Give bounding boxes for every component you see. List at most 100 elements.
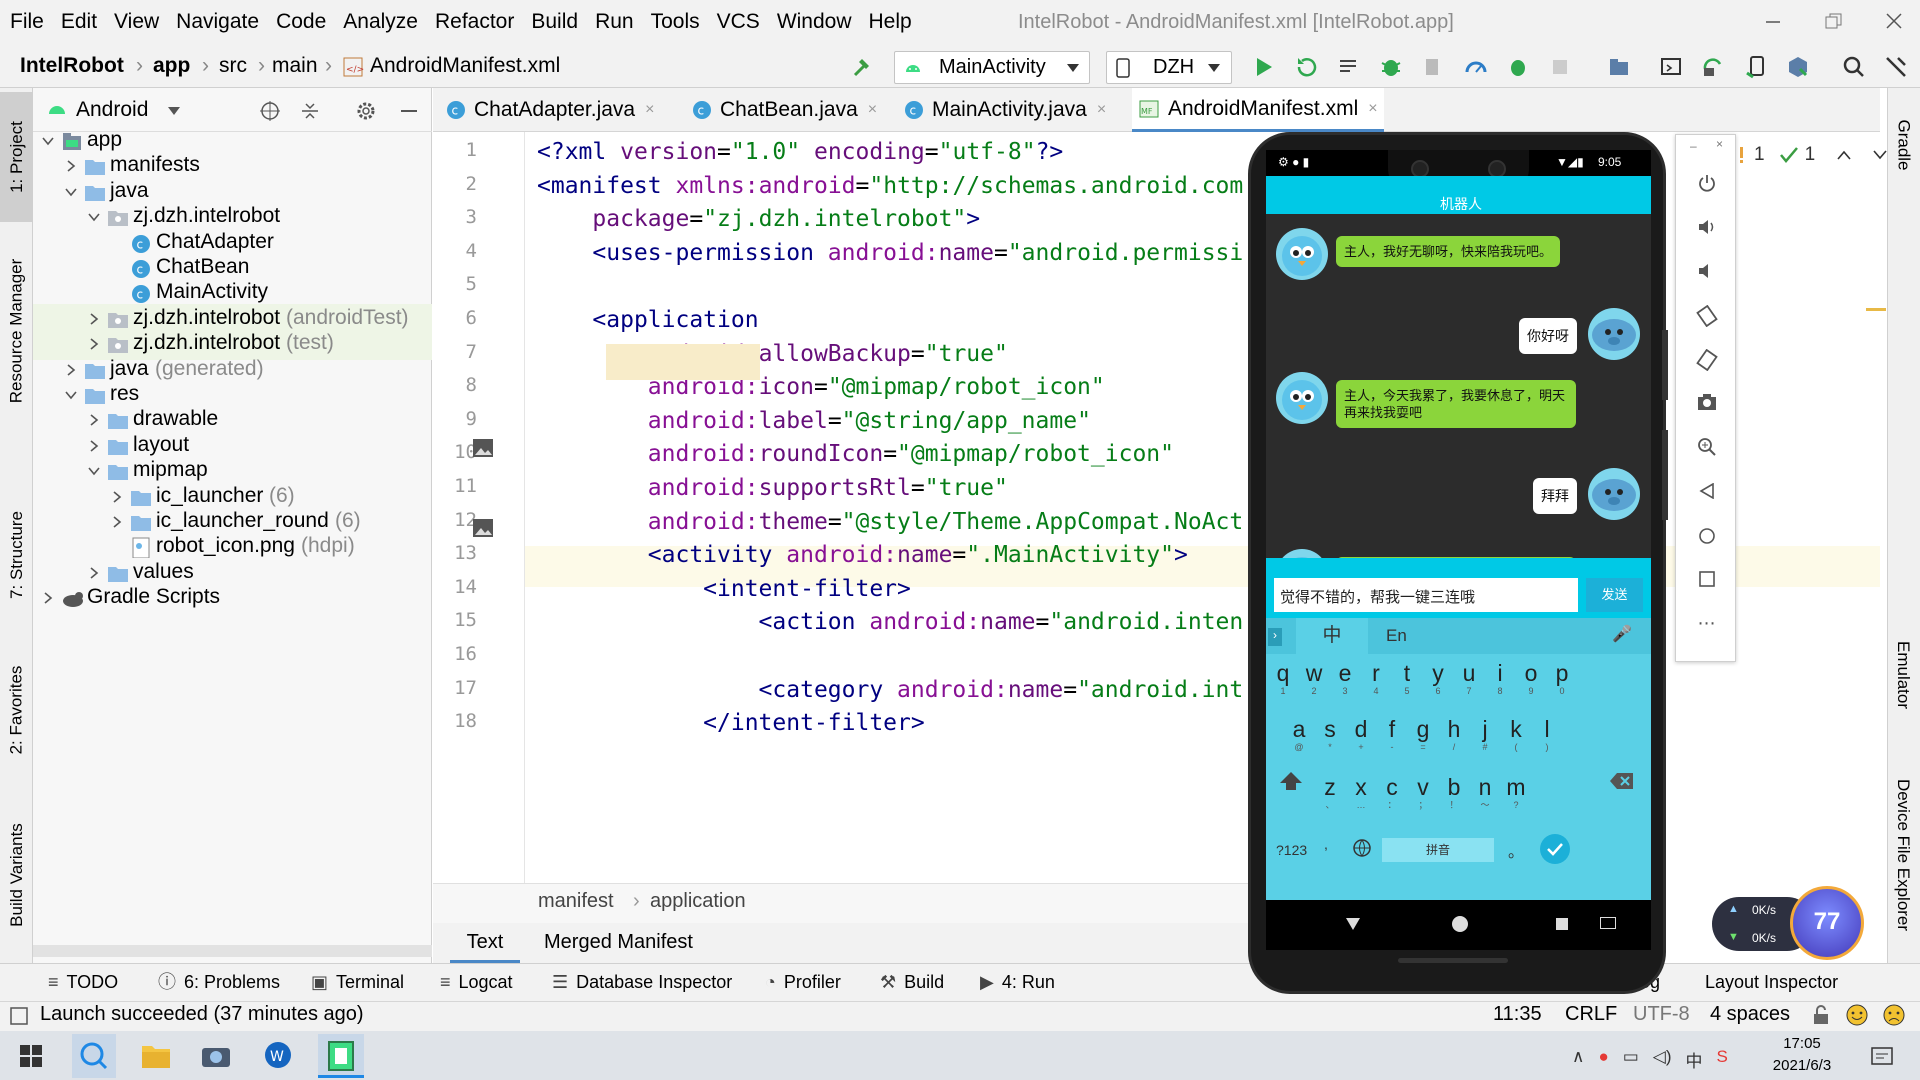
tool-window-database-inspector[interactable]: ☰ Database Inspector: [552, 963, 732, 1001]
recents-nav-icon[interactable]: [1556, 918, 1568, 930]
ime-icon[interactable]: 中: [1686, 1047, 1703, 1072]
menu-window[interactable]: Window: [777, 10, 852, 34]
device-manager-icon[interactable]: [1744, 55, 1768, 79]
robot-message[interactable]: 主人，我好无聊呀，快来陪我玩吧。: [1336, 236, 1561, 267]
tab-project[interactable]: 1: Project: [0, 92, 33, 222]
robot-message[interactable]: 主人，今天我累了，我要休息了，明天再来找我耍吧: [1336, 380, 1576, 428]
menu-view[interactable]: View: [114, 10, 159, 34]
key-w[interactable]: w2: [1299, 660, 1329, 696]
android-studio-task[interactable]: [318, 1034, 364, 1078]
home-nav-icon[interactable]: [1452, 916, 1468, 932]
code-line[interactable]: <uses-permission android:name="android.p…: [537, 233, 1243, 274]
chevron-right-icon[interactable]: [110, 490, 122, 504]
key-u[interactable]: u7: [1454, 660, 1484, 696]
locate-icon[interactable]: [259, 100, 281, 122]
lang-zh[interactable]: 中: [1296, 618, 1368, 654]
key-g[interactable]: g =: [1408, 716, 1438, 752]
camera-app-icon[interactable]: [200, 1040, 232, 1070]
crumb-src[interactable]: src: [219, 44, 247, 88]
tab-emulator[interactable]: Emulator: [1887, 620, 1920, 730]
menu-tools[interactable]: Tools: [651, 10, 700, 34]
account-icon[interactable]: [1884, 55, 1908, 79]
send-button[interactable]: 发送: [1586, 578, 1643, 612]
chevron-right-icon[interactable]: [87, 312, 99, 326]
key-m[interactable]: m?: [1501, 774, 1531, 810]
device-screen[interactable]: ⚙ ● ▮ 9:05 ▼◢▮ 机器人 主人，我好无聊呀，快来陪我玩吧。 你好呀 主人…: [1266, 150, 1651, 950]
key-l[interactable]: l): [1532, 716, 1562, 752]
crumb-file[interactable]: AndroidManifest.xml: [370, 44, 560, 88]
tab-gradle[interactable]: Gradle: [1887, 100, 1920, 190]
device-select[interactable]: DZH: [1106, 51, 1232, 84]
image-gutter-icon[interactable]: [472, 518, 494, 538]
tab-build-variants[interactable]: Build Variants: [0, 800, 33, 950]
key-b[interactable]: b！: [1439, 774, 1469, 810]
tool-window-logcat[interactable]: ≡ Logcat: [440, 963, 513, 1001]
run-icon[interactable]: [1252, 55, 1276, 79]
collapse-all-icon[interactable]: [299, 100, 321, 122]
chevron-right-icon[interactable]: [87, 439, 99, 453]
key-s[interactable]: s *: [1315, 716, 1345, 752]
editor-tab[interactable]: MF AndroidManifest.xml ×: [1132, 88, 1384, 132]
tab-favorites[interactable]: 2: Favorites: [0, 650, 33, 770]
horizontal-scrollbar[interactable]: [33, 945, 432, 957]
key-e[interactable]: e3: [1330, 660, 1360, 696]
close-emulator-icon[interactable]: ×: [1716, 137, 1723, 151]
sad-face-icon[interactable]: [1882, 1003, 1906, 1027]
hammer-icon[interactable]: [850, 54, 876, 80]
key-k[interactable]: k(: [1501, 716, 1531, 752]
backspace-key[interactable]: [1609, 771, 1635, 791]
close-icon[interactable]: ×: [868, 101, 877, 119]
hide-icon[interactable]: [398, 100, 420, 122]
tab-text[interactable]: Text: [450, 923, 520, 963]
lock-icon[interactable]: [1812, 1005, 1830, 1025]
user-message[interactable]: 你好呀: [1519, 318, 1577, 354]
attach-debugger-icon[interactable]: [1421, 55, 1445, 79]
battery-icon[interactable]: ▭: [1623, 1047, 1639, 1072]
chevron-right-icon[interactable]: [110, 515, 122, 529]
line-separator[interactable]: CRLF: [1565, 1003, 1617, 1026]
chevron-right-icon[interactable]: [87, 566, 99, 580]
chevron-right-icon[interactable]: [64, 159, 76, 173]
chevron-down-icon[interactable]: [64, 185, 77, 199]
chevron-down-icon[interactable]: [168, 107, 180, 115]
menu-file[interactable]: File: [10, 10, 44, 34]
close-window-button[interactable]: [1883, 10, 1905, 32]
run-config-select[interactable]: MainActivity: [894, 51, 1090, 84]
key-f[interactable]: f-: [1377, 716, 1407, 752]
tool-window-terminal[interactable]: ▣ Terminal: [311, 963, 404, 1001]
profile-icon[interactable]: [1464, 55, 1488, 79]
menu-navigate[interactable]: Navigate: [176, 10, 259, 34]
tab-device-file-explorer[interactable]: Device File Explorer: [1887, 755, 1920, 955]
debug-icon[interactable]: [1379, 55, 1403, 79]
globe-icon[interactable]: [1352, 838, 1372, 858]
status-toggle-icon[interactable]: [10, 1007, 28, 1025]
enter-key[interactable]: [1540, 834, 1570, 864]
security-icon[interactable]: S: [1717, 1047, 1728, 1072]
project-view-select[interactable]: Android: [76, 98, 148, 122]
sdk-manager-icon[interactable]: [1786, 55, 1810, 79]
menu-build[interactable]: Build: [531, 10, 578, 34]
chevron-up-icon[interactable]: ∧: [1572, 1047, 1584, 1072]
chevron-down-icon[interactable]: [87, 464, 100, 478]
key-r[interactable]: r4: [1361, 660, 1391, 696]
close-icon[interactable]: ×: [1097, 101, 1106, 119]
taskbar-search-app[interactable]: [72, 1034, 116, 1078]
minimize-emulator-icon[interactable]: –: [1690, 139, 1697, 153]
shift-key[interactable]: [1278, 770, 1304, 792]
minimize-button[interactable]: [1763, 12, 1783, 32]
space-key[interactable]: 拼音: [1382, 838, 1494, 862]
volume-up-icon[interactable]: [1676, 217, 1737, 237]
chevron-up-icon[interactable]: [1837, 150, 1851, 160]
chevron-down-icon[interactable]: [87, 210, 100, 224]
windows-start-icon[interactable]: [20, 1045, 42, 1067]
menu-help[interactable]: Help: [869, 10, 912, 34]
key-o[interactable]: o9: [1516, 660, 1546, 696]
menu-edit[interactable]: Edit: [61, 10, 97, 34]
user-message[interactable]: 拜拜: [1533, 478, 1577, 514]
menu-refactor[interactable]: Refactor: [435, 10, 514, 34]
crumb-main[interactable]: main: [272, 44, 318, 88]
app-icon[interactable]: W: [262, 1040, 294, 1070]
tree-item[interactable]: Gradle Scripts: [33, 583, 432, 614]
tool-window-6-problems[interactable]: ⓘ 6: Problems: [158, 963, 280, 1001]
key-n[interactable]: n ～: [1470, 774, 1500, 810]
